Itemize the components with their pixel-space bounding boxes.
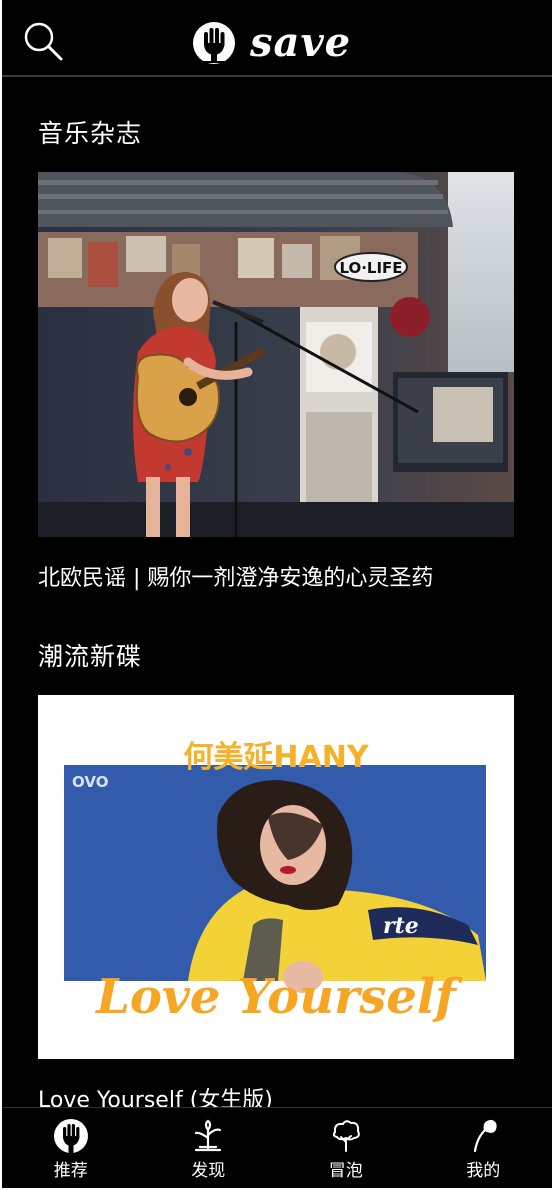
magazine-article-title[interactable]: 北欧民谣 | 赐你一剂澄净安逸的心灵圣药 <box>38 560 433 592</box>
tab-discover[interactable]: 发现 <box>140 1108 278 1188</box>
top-bar: save <box>2 0 552 77</box>
leaf-icon <box>474 1119 497 1153</box>
bottom-tab-bar: 推荐 发现 冒泡 我的 <box>2 1107 552 1188</box>
sprout-icon <box>195 1119 222 1152</box>
album-cover-image[interactable]: 何美延HANY OVO rte Love Yourself <box>38 695 514 1059</box>
search-icon[interactable] <box>22 20 66 64</box>
hand-logo-icon <box>53 1119 88 1153</box>
tab-label-discover: 发现 <box>191 1161 226 1181</box>
tree-icon <box>332 1120 360 1152</box>
app-logo[interactable]: save <box>192 18 351 68</box>
magazine-cover-image[interactable]: LO·LIFE <box>38 172 514 537</box>
cover-album-title: Love Yourself <box>94 969 463 1025</box>
tab-bubble[interactable]: 冒泡 <box>277 1108 415 1188</box>
tab-mine[interactable]: 我的 <box>415 1108 553 1188</box>
hand-logo-icon <box>193 22 235 64</box>
album-title[interactable]: Love Yourself (女生版) <box>38 1082 273 1107</box>
app-screen: save 音乐杂志 LO·LIFE 北欧民谣 | 赐你一剂澄净安逸的心灵圣药 潮… <box>2 0 552 1188</box>
lo-life-sign: LO·LIFE <box>339 259 402 277</box>
tab-label-bubble: 冒泡 <box>328 1161 363 1181</box>
section-title-magazine: 音乐杂志 <box>38 119 143 148</box>
tab-label-recommend: 推荐 <box>53 1161 88 1181</box>
tab-label-mine: 我的 <box>466 1161 501 1181</box>
svg-text:rte: rte <box>383 913 419 939</box>
logo-text: save <box>250 19 352 66</box>
section-title-new-releases: 潮流新碟 <box>38 642 143 671</box>
tab-recommend[interactable]: 推荐 <box>2 1108 140 1188</box>
cover-badge: OVO <box>72 773 108 791</box>
feed[interactable]: 音乐杂志 LO·LIFE 北欧民谣 | 赐你一剂澄净安逸的心灵圣药 潮流新碟 何… <box>2 79 552 1107</box>
cover-artist-name: 何美延HANY <box>183 740 369 775</box>
